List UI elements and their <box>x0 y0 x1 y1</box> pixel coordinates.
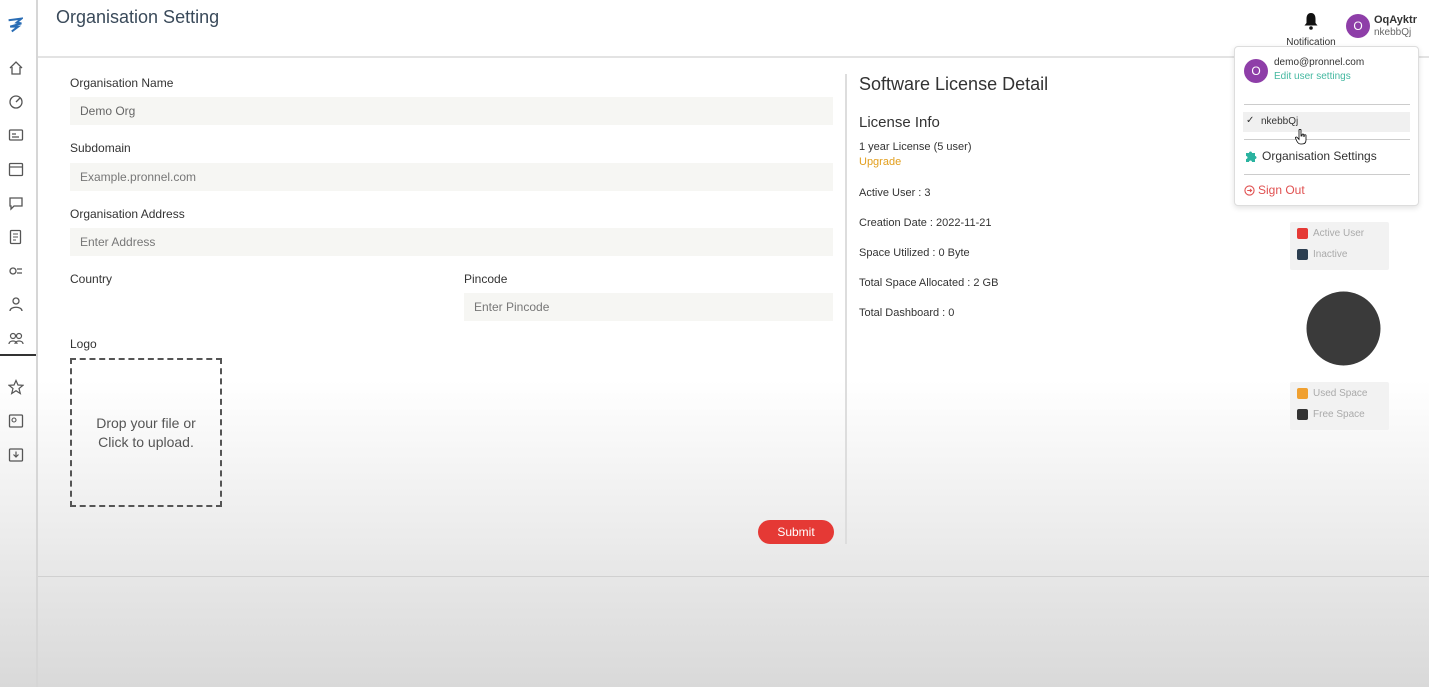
user-legend: Active User Inactive <box>1290 222 1389 270</box>
user-icon[interactable] <box>7 295 25 313</box>
total-space: Total Space Allocated : 2 GB <box>859 277 999 289</box>
sidebar-divider <box>0 354 36 356</box>
home-icon[interactable] <box>7 59 25 77</box>
total-dashboard: Total Dashboard : 0 <box>859 307 955 319</box>
board-icon[interactable] <box>7 126 25 144</box>
org-switch-item[interactable]: ✓ nkebbQj <box>1243 112 1410 132</box>
sign-out-label: Sign Out <box>1258 183 1305 197</box>
hand-cursor-icon <box>1295 129 1307 145</box>
organisation-settings-label: Organisation Settings <box>1262 149 1377 163</box>
pincode-label: Pincode <box>464 272 508 286</box>
calendar-icon[interactable] <box>7 160 25 178</box>
user-email: demo@pronnel.com <box>1274 57 1365 68</box>
menu-divider <box>1244 139 1410 140</box>
check-icon: ✓ <box>1246 115 1255 126</box>
notes-icon[interactable] <box>7 228 25 246</box>
submit-button[interactable]: Submit <box>758 520 834 544</box>
star-icon[interactable] <box>7 378 25 396</box>
creation-date: Creation Date : 2022-11-21 <box>859 217 992 229</box>
sidebar <box>0 0 38 687</box>
footer-divider <box>38 576 1429 577</box>
dropdown-avatar: O <box>1244 59 1268 83</box>
org-name-input[interactable]: Demo Org <box>70 97 833 125</box>
license-subtitle: License Info <box>859 114 940 131</box>
org-name-label: Organisation Name <box>70 76 174 90</box>
space-legend: Used Space Free Space <box>1290 382 1389 430</box>
address-input[interactable] <box>70 228 833 256</box>
subdomain-label: Subdomain <box>70 141 131 155</box>
download-icon[interactable] <box>7 446 25 464</box>
automation-icon[interactable] <box>7 262 25 280</box>
sign-out-menu-item[interactable]: Sign Out <box>1244 183 1410 199</box>
license-plan: 1 year License (5 user) <box>859 141 972 153</box>
legend-swatch <box>1297 249 1308 260</box>
upload-text-line2: Click to upload. <box>98 433 194 450</box>
page-title: Organisation Setting <box>56 7 220 27</box>
puzzle-icon <box>1246 151 1257 162</box>
sign-out-icon <box>1244 185 1255 196</box>
active-user-count: Active User : 3 <box>859 187 931 199</box>
organisation-settings-menu-item[interactable]: Organisation Settings <box>1244 148 1410 166</box>
user-org: nkebbQj <box>1374 27 1412 38</box>
org-item-label: nkebbQj <box>1261 116 1299 127</box>
notification-button[interactable]: Notification <box>1282 12 1340 48</box>
team-icon[interactable] <box>7 329 25 347</box>
vertical-divider <box>845 74 847 544</box>
legend-swatch <box>1297 409 1308 420</box>
header: Organisation Setting Notification O OqAy… <box>38 0 1429 58</box>
license-title: Software License Detail <box>859 74 1049 94</box>
upload-text-line1: Drop your file or <box>96 414 196 431</box>
upgrade-link[interactable]: Upgrade <box>859 156 901 168</box>
avatar: O <box>1346 14 1370 38</box>
pincode-input[interactable] <box>464 293 833 321</box>
chat-icon[interactable] <box>7 194 25 212</box>
menu-divider <box>1244 174 1410 175</box>
space-utilized: Space Utilized : 0 Byte <box>859 247 970 259</box>
bell-icon <box>1304 13 1318 30</box>
user-dropdown-menu: O demo@pronnel.com Edit user settings ✓ … <box>1234 46 1419 206</box>
app-logo-icon[interactable] <box>6 16 24 34</box>
address-label: Organisation Address <box>70 207 185 221</box>
menu-divider <box>1244 104 1410 105</box>
legend-swatch <box>1297 228 1308 239</box>
space-pie-chart <box>1306 291 1381 366</box>
subdomain-input[interactable] <box>70 163 833 191</box>
legend-swatch <box>1297 388 1308 399</box>
templates-icon[interactable] <box>7 412 25 430</box>
pie-slice-free-space <box>1306 291 1381 366</box>
dashboard-icon[interactable] <box>7 93 25 111</box>
logo-label: Logo <box>70 337 97 351</box>
country-label: Country <box>70 272 113 286</box>
logo-upload-dropzone[interactable]: Drop your file or Click to upload. <box>70 358 222 507</box>
user-name: OqAyktr <box>1374 14 1417 26</box>
edit-user-settings-link[interactable]: Edit user settings <box>1274 71 1351 82</box>
